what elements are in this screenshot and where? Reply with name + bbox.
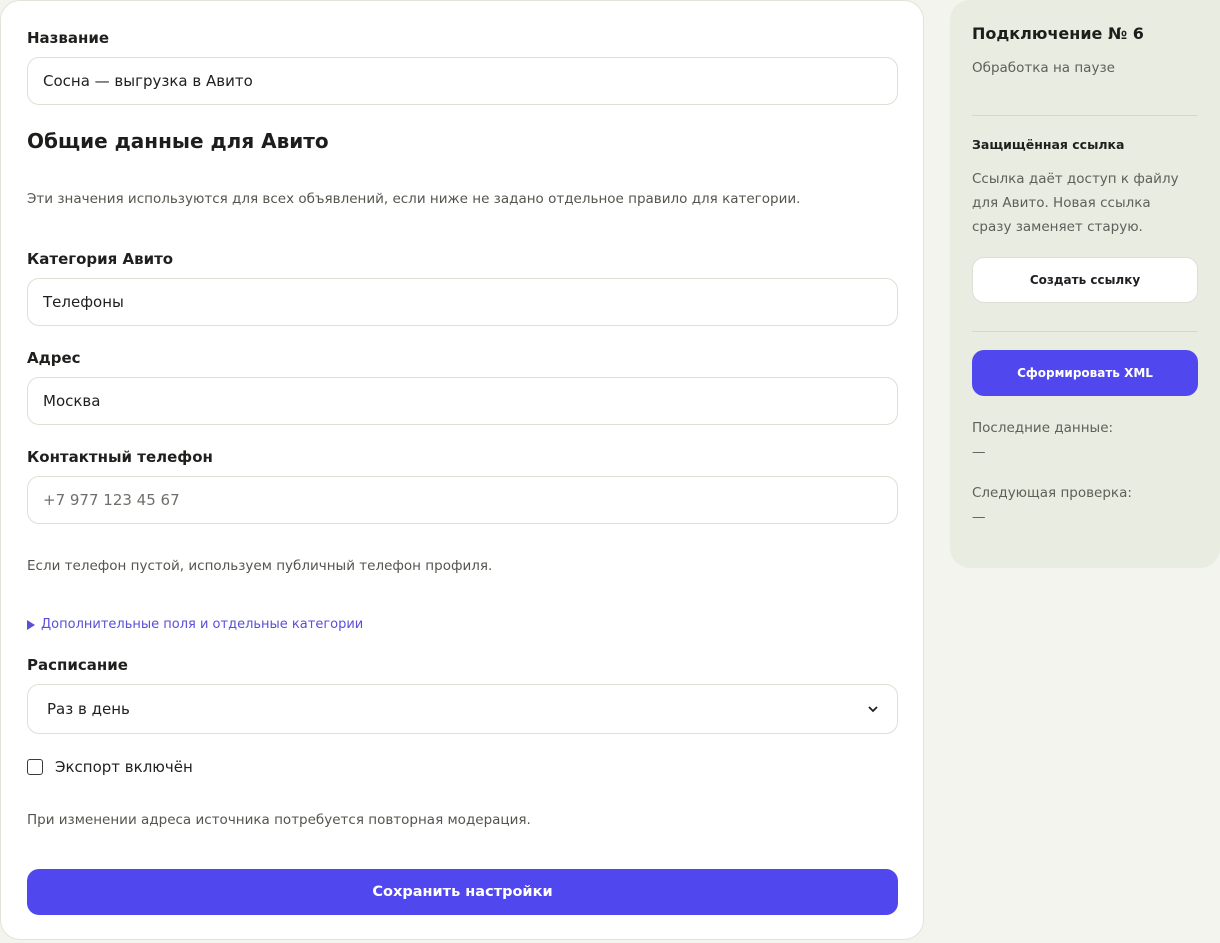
chevron-down-icon <box>868 705 878 712</box>
extra-fields-link[interactable]: Дополнительные поля и отдельные категори… <box>41 617 363 632</box>
create-link-button[interactable]: Создать ссылку <box>972 257 1198 303</box>
secure-link-title: Защищённая ссылка <box>972 137 1125 152</box>
last-data-value: — <box>972 444 986 460</box>
secure-link-description: Ссылка даёт доступ к файлу для Авито. Но… <box>972 171 1179 235</box>
sidebar-divider <box>972 331 1198 332</box>
schedule-value: Раз в день <box>47 700 130 718</box>
address-label: Адрес <box>27 349 81 367</box>
name-input[interactable] <box>27 57 898 105</box>
sidebar-divider <box>972 115 1198 116</box>
section-title: Общие данные для Авито <box>27 129 329 153</box>
triangle-right-icon <box>27 619 35 630</box>
address-input[interactable] <box>27 377 898 425</box>
category-input[interactable] <box>27 278 898 326</box>
generate-xml-button[interactable]: Сформировать XML <box>972 350 1198 396</box>
save-settings-button[interactable]: Сохранить настройки <box>27 869 898 915</box>
category-label: Категория Авито <box>27 250 174 268</box>
section-hint: Эти значения используются для всех объяв… <box>27 191 801 207</box>
next-check-label: Следующая проверка: <box>972 485 1132 501</box>
export-checkbox[interactable] <box>27 759 43 775</box>
phone-label: Контактный телефон <box>27 448 213 466</box>
extra-fields-toggle[interactable]: Дополнительные поля и отдельные категори… <box>27 617 363 632</box>
phone-hint: Если телефон пустой, используем публичны… <box>27 558 493 574</box>
moderation-hint: При изменении адреса источника потребует… <box>27 812 531 828</box>
next-check-value: — <box>972 509 986 525</box>
name-label: Название <box>27 29 110 47</box>
schedule-label: Расписание <box>27 656 128 674</box>
export-label: Экспорт включён <box>55 758 193 776</box>
last-data-label: Последние данные: <box>972 420 1114 436</box>
schedule-select[interactable]: Раз в день <box>27 684 898 734</box>
phone-input[interactable] <box>27 476 898 524</box>
connection-title: Подключение № 6 <box>972 24 1144 43</box>
connection-status: Обработка на паузе <box>972 60 1115 76</box>
